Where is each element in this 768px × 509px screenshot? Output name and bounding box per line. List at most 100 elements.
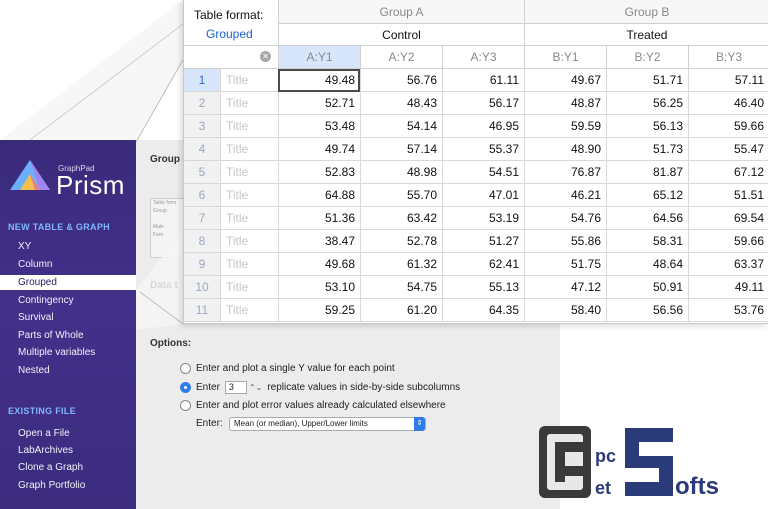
sidebar-item-parts-of-whole[interactable]: Parts of Whole bbox=[18, 330, 84, 341]
table-cell[interactable]: 56.76 bbox=[360, 69, 442, 92]
group-b-header[interactable]: Group B bbox=[524, 0, 768, 24]
table-cell[interactable]: 58.31 bbox=[606, 230, 688, 253]
table-cell[interactable]: 49.67 bbox=[524, 69, 606, 92]
table-cell[interactable]: 49.11 bbox=[688, 276, 768, 299]
table-cell[interactable]: 81.87 bbox=[606, 161, 688, 184]
table-cell[interactable]: 63.37 bbox=[688, 253, 768, 276]
column-header-b-y1[interactable]: B:Y1 bbox=[524, 46, 606, 69]
sidebar-item-contingency[interactable]: Contingency bbox=[18, 295, 74, 306]
option-error-values[interactable]: Enter and plot error values already calc… bbox=[180, 400, 446, 411]
table-cell[interactable]: 38.47 bbox=[278, 230, 360, 253]
row-number[interactable]: 1 bbox=[184, 69, 220, 92]
row-number[interactable]: 11 bbox=[184, 299, 220, 322]
column-header-a-y2[interactable]: A:Y2 bbox=[360, 46, 442, 69]
sidebar-item-graph-portfolio[interactable]: Graph Portfolio bbox=[18, 480, 85, 491]
sidebar-item-multiple-variables[interactable]: Multiple variables bbox=[18, 347, 95, 358]
table-cell[interactable]: 76.87 bbox=[524, 161, 606, 184]
table-cell[interactable]: 49.74 bbox=[278, 138, 360, 161]
table-cell[interactable]: 48.98 bbox=[360, 161, 442, 184]
table-cell[interactable]: 51.73 bbox=[606, 138, 688, 161]
table-cell[interactable]: 48.43 bbox=[360, 92, 442, 115]
sidebar-item-clone-graph[interactable]: Clone a Graph bbox=[18, 462, 83, 473]
table-cell[interactable]: 55.13 bbox=[442, 276, 524, 299]
table-cell[interactable]: 49.48 bbox=[278, 69, 360, 92]
row-number[interactable]: 6 bbox=[184, 184, 220, 207]
table-cell[interactable]: 54.75 bbox=[360, 276, 442, 299]
table-cell[interactable]: 55.86 bbox=[524, 230, 606, 253]
row-number[interactable]: 5 bbox=[184, 161, 220, 184]
sidebar-item-survival[interactable]: Survival bbox=[18, 312, 54, 323]
table-cell[interactable]: 59.66 bbox=[688, 115, 768, 138]
row-title-cell[interactable]: Title bbox=[220, 161, 278, 184]
table-cell[interactable]: 51.71 bbox=[606, 69, 688, 92]
table-cell[interactable]: 46.40 bbox=[688, 92, 768, 115]
column-header-a-y3[interactable]: A:Y3 bbox=[442, 46, 524, 69]
table-cell[interactable]: 50.91 bbox=[606, 276, 688, 299]
row-number[interactable]: 10 bbox=[184, 276, 220, 299]
row-title-cell[interactable]: Title bbox=[220, 230, 278, 253]
error-format-select[interactable]: Mean (or median), Upper/Lower limits ⇕ bbox=[229, 417, 426, 431]
table-cell[interactable]: 54.14 bbox=[360, 115, 442, 138]
table-cell[interactable]: 56.17 bbox=[442, 92, 524, 115]
sidebar-item-open-file[interactable]: Open a File bbox=[18, 428, 70, 439]
radio-single-y[interactable] bbox=[180, 363, 191, 374]
table-cell[interactable]: 47.01 bbox=[442, 184, 524, 207]
table-cell[interactable]: 49.68 bbox=[278, 253, 360, 276]
table-cell[interactable]: 53.19 bbox=[442, 207, 524, 230]
table-cell[interactable]: 59.25 bbox=[278, 299, 360, 322]
row-title-cell[interactable]: Title bbox=[220, 299, 278, 322]
sidebar-item-labarchives[interactable]: LabArchives bbox=[18, 445, 73, 456]
row-title-cell[interactable]: Title bbox=[220, 115, 278, 138]
table-cell[interactable]: 57.14 bbox=[360, 138, 442, 161]
table-cell[interactable]: 64.56 bbox=[606, 207, 688, 230]
radio-replicates[interactable] bbox=[180, 382, 191, 393]
row-title-cell[interactable]: Title bbox=[220, 276, 278, 299]
table-cell[interactable]: 53.76 bbox=[688, 299, 768, 322]
row-number[interactable]: 3 bbox=[184, 115, 220, 138]
sidebar-item-grouped[interactable]: Grouped bbox=[0, 275, 136, 290]
table-cell[interactable]: 56.25 bbox=[606, 92, 688, 115]
table-cell[interactable]: 69.54 bbox=[688, 207, 768, 230]
radio-error-values[interactable] bbox=[180, 400, 191, 411]
stepper-arrows-icon[interactable]: ⌃⌄ bbox=[249, 383, 262, 392]
table-cell[interactable]: 46.95 bbox=[442, 115, 524, 138]
row-title-cell[interactable]: Title bbox=[220, 184, 278, 207]
sidebar-item-nested[interactable]: Nested bbox=[18, 365, 50, 376]
table-cell[interactable]: 51.75 bbox=[524, 253, 606, 276]
table-cell[interactable]: 64.88 bbox=[278, 184, 360, 207]
table-cell[interactable]: 57.11 bbox=[688, 69, 768, 92]
row-number[interactable]: 9 bbox=[184, 253, 220, 276]
row-number[interactable]: 2 bbox=[184, 92, 220, 115]
row-number[interactable]: 8 bbox=[184, 230, 220, 253]
table-cell[interactable]: 59.66 bbox=[688, 230, 768, 253]
table-cell[interactable]: 48.64 bbox=[606, 253, 688, 276]
table-cell[interactable]: 52.78 bbox=[360, 230, 442, 253]
table-cell[interactable]: 62.41 bbox=[442, 253, 524, 276]
sidebar-item-column[interactable]: Column bbox=[18, 259, 52, 270]
table-cell[interactable]: 67.12 bbox=[688, 161, 768, 184]
table-cell[interactable]: 51.51 bbox=[688, 184, 768, 207]
row-number[interactable]: 4 bbox=[184, 138, 220, 161]
table-cell[interactable]: 55.37 bbox=[442, 138, 524, 161]
row-title-cell[interactable]: Title bbox=[220, 92, 278, 115]
group-b-title[interactable]: Treated bbox=[524, 24, 768, 46]
table-cell[interactable]: 61.32 bbox=[360, 253, 442, 276]
table-cell[interactable]: 48.90 bbox=[524, 138, 606, 161]
table-cell[interactable]: 56.56 bbox=[606, 299, 688, 322]
replicate-count-input[interactable]: 3 bbox=[224, 381, 247, 394]
table-cell[interactable]: 65.12 bbox=[606, 184, 688, 207]
table-cell[interactable]: 51.36 bbox=[278, 207, 360, 230]
table-cell[interactable]: 61.11 bbox=[442, 69, 524, 92]
row-title-cell[interactable]: Title bbox=[220, 138, 278, 161]
table-cell[interactable]: 48.87 bbox=[524, 92, 606, 115]
column-header-b-y2[interactable]: B:Y2 bbox=[606, 46, 688, 69]
sidebar-item-xy[interactable]: XY bbox=[18, 241, 31, 252]
table-cell[interactable]: 46.21 bbox=[524, 184, 606, 207]
table-cell[interactable]: 54.76 bbox=[524, 207, 606, 230]
option-replicates[interactable]: Enter 3 ⌃⌄ replicate values in side-by-s… bbox=[180, 381, 460, 394]
table-format-value[interactable]: Grouped bbox=[206, 27, 253, 41]
table-cell[interactable]: 55.47 bbox=[688, 138, 768, 161]
row-title-cell[interactable]: Title bbox=[220, 253, 278, 276]
group-a-title[interactable]: Control bbox=[278, 24, 524, 46]
option-single-y[interactable]: Enter and plot a single Y value for each… bbox=[180, 363, 395, 374]
